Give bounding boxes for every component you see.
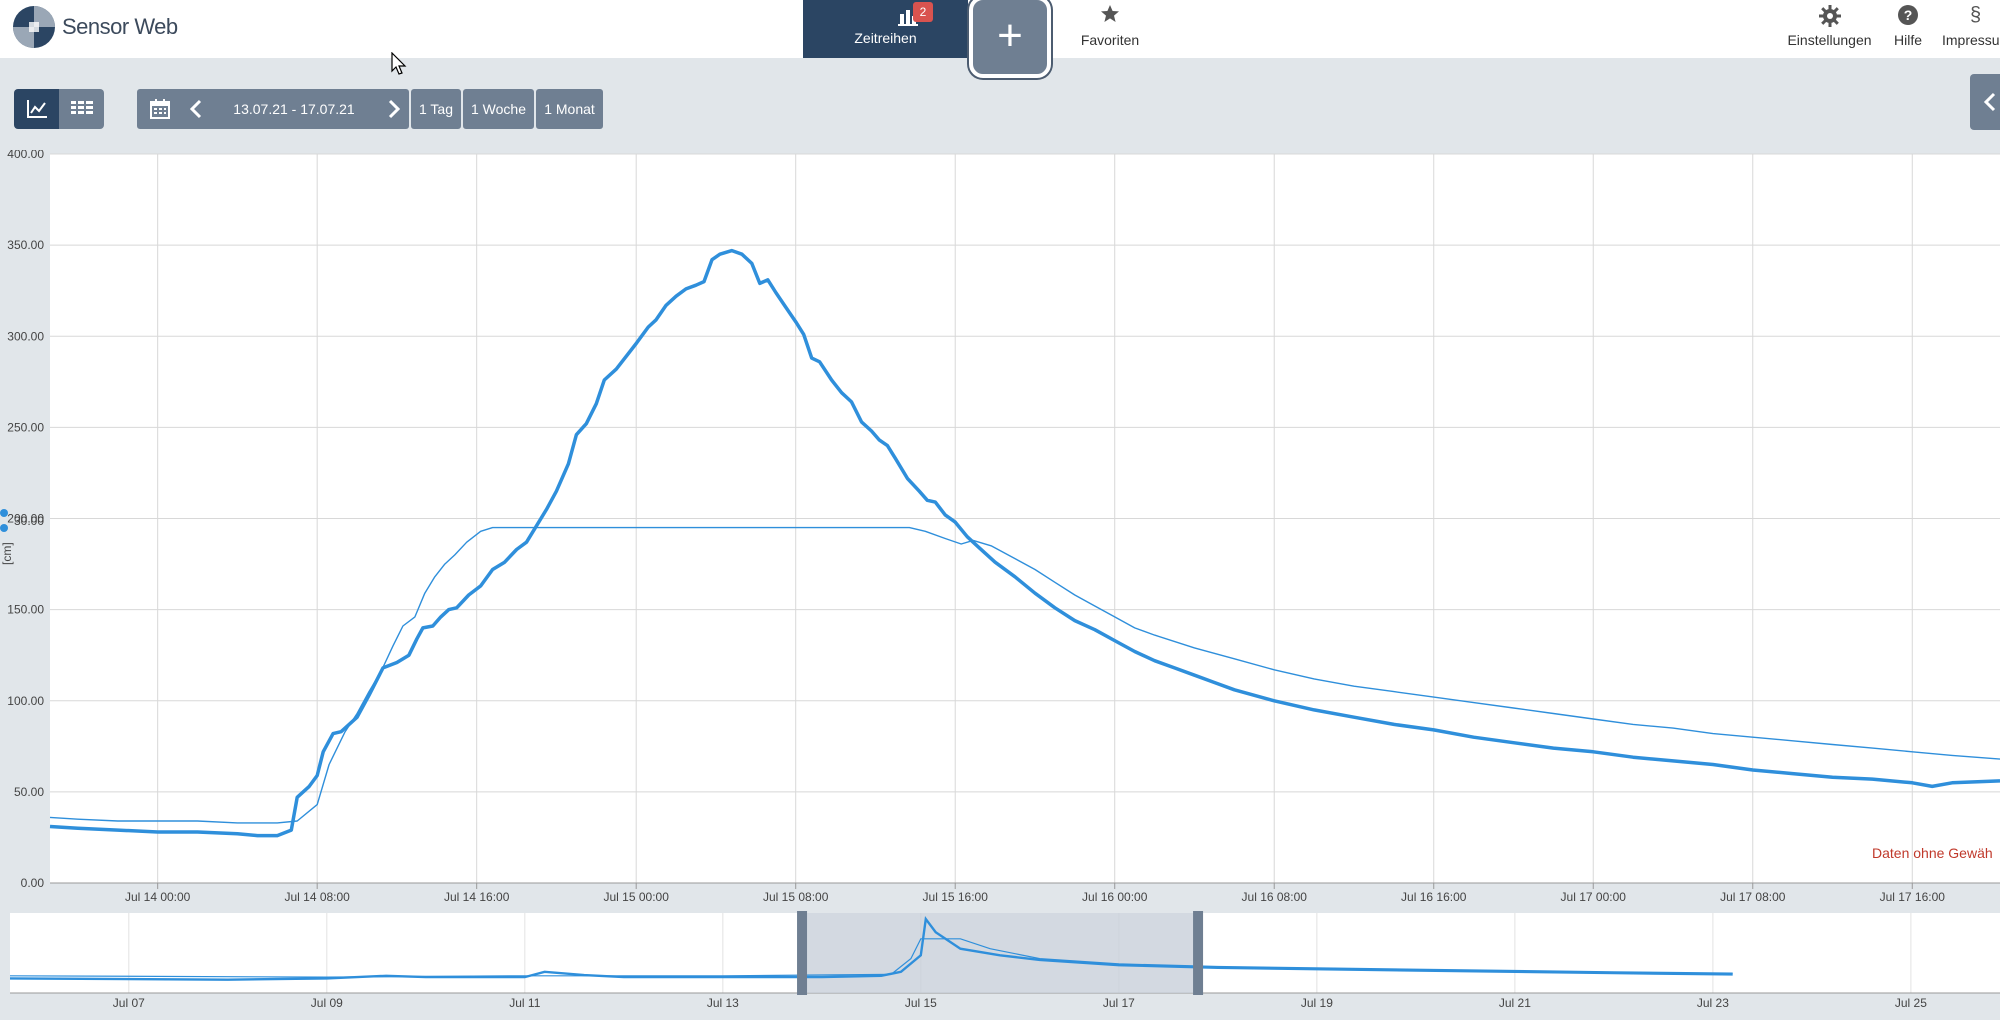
nav-hilfe[interactable]: ? Hilfe [1888, 0, 1928, 58]
overview-tick-label: Jul 17 [1103, 996, 1135, 1008]
chart-svg[interactable]: 0.0050.00100.00150.00200.00250.00300.003… [0, 150, 2000, 1008]
y-tick-label: 300.00 [7, 329, 44, 343]
y-tick-label: 0.00 [21, 876, 45, 890]
x-tick-label: Jul 17 16:00 [1880, 890, 1946, 904]
x-tick-label: Jul 16 08:00 [1242, 890, 1308, 904]
x-tick-label: Jul 16 00:00 [1082, 890, 1148, 904]
y-tick-label: 400.00 [7, 150, 44, 161]
x-tick-label: Jul 15 08:00 [763, 890, 829, 904]
nav-impressum[interactable]: § Impressu [1940, 0, 2000, 58]
y-axis-label: [cm] [0, 542, 14, 565]
x-tick-label: Jul 16 16:00 [1401, 890, 1467, 904]
nav-favoriten-label: Favoriten [1080, 32, 1140, 48]
x-tick-label: Jul 17 08:00 [1720, 890, 1786, 904]
overview-tick-label: Jul 25 [1895, 996, 1927, 1008]
date-range-selector: 13.07.21 - 17.07.21 [137, 89, 409, 129]
series-marker-dot[interactable] [0, 509, 8, 517]
preset-1-woche-button[interactable]: 1 Woche [463, 89, 534, 129]
preset-1-tag-button[interactable]: 1 Tag [411, 89, 461, 129]
time-range-toolbar: 13.07.21 - 17.07.21 1 Tag 1 Woche 1 Mona… [137, 89, 605, 129]
x-tick-label: Jul 17 00:00 [1561, 890, 1627, 904]
app-title: Sensor Web [62, 14, 178, 39]
table-icon [70, 101, 93, 114]
zeitreihen-count-badge: 2 [913, 2, 933, 22]
view-toggle [14, 89, 104, 129]
y-tick-label: 250.00 [7, 420, 44, 434]
overview-handle-right[interactable] [1193, 911, 1204, 995]
previous-period-button[interactable] [183, 89, 209, 129]
nav-zeitreihen[interactable]: 2 Zeitreihen [803, 0, 968, 58]
help-icon: ? [1898, 5, 1918, 25]
nav-impressum-label: Impressu [1942, 32, 2000, 48]
nav-einstellungen[interactable]: Einstellungen [1782, 0, 1877, 58]
table-view-button[interactable] [59, 89, 104, 129]
data-disclaimer-annotation: Daten ohne Gewäh [1872, 845, 1993, 861]
next-period-button[interactable] [379, 89, 409, 129]
chevron-left-icon [1983, 92, 1996, 112]
calendar-icon [150, 99, 170, 119]
calendar-button[interactable] [137, 89, 183, 129]
overview-tick-label: Jul 09 [311, 996, 343, 1008]
add-timeseries-button[interactable]: + [969, 0, 1051, 78]
gear-icon [1819, 5, 1841, 27]
svg-text:?: ? [1904, 7, 1913, 23]
overview-tick-label: Jul 19 [1301, 996, 1333, 1008]
mouse-cursor-icon [391, 52, 407, 75]
date-range-label[interactable]: 13.07.21 - 17.07.21 [209, 101, 379, 117]
nav-einstellungen-label: Einstellungen [1787, 32, 1872, 48]
x-tick-label: Jul 14 16:00 [444, 890, 510, 904]
nav-zeitreihen-label: Zeitreihen [854, 30, 917, 46]
star-icon [1101, 5, 1119, 22]
x-tick-label: Jul 15 16:00 [923, 890, 989, 904]
y-tick-label: 100.00 [7, 694, 44, 708]
section-sign-icon: § [1970, 4, 1982, 26]
collapse-panel-button[interactable] [1970, 74, 2000, 130]
y-tick-label: 50.00 [14, 785, 44, 799]
nav-favoriten[interactable]: Favoriten [1070, 0, 1150, 58]
sensor-web-logo-icon [13, 6, 55, 48]
overview-tick-label: Jul 11 [509, 996, 540, 1008]
overview-handle-left[interactable] [797, 911, 808, 995]
nav-hilfe-label: Hilfe [1893, 32, 1922, 48]
overview-tick-label: Jul 21 [1499, 996, 1531, 1008]
brand[interactable]: Sensor Web [12, 2, 178, 52]
timeseries-chart: 0.00 50.00 100.00 150.00 200.00 250.00 300.00 3… [0, 150, 2000, 1020]
series-marker-dot[interactable] [0, 524, 8, 532]
overview-selection-window[interactable] [802, 913, 1199, 993]
preset-1-monat-button[interactable]: 1 Monat [536, 89, 603, 129]
overview-tick-label: Jul 23 [1697, 996, 1729, 1008]
overview-tick-label: Jul 13 [707, 996, 739, 1008]
overview-tick-label: Jul 07 [113, 996, 145, 1008]
chevron-left-icon [190, 99, 202, 119]
y-tick-label: 350.00 [7, 238, 44, 252]
x-tick-label: Jul 14 00:00 [125, 890, 191, 904]
line-chart-icon [26, 100, 47, 118]
top-navbar: Sensor Web 2 Zeitreihen + Favoriten Eins… [0, 0, 2000, 78]
plus-icon: + [997, 11, 1023, 60]
chevron-right-icon [388, 99, 400, 119]
overview-tick-label: Jul 15 [905, 996, 937, 1008]
y-tick-partial-label: 30.00 [14, 514, 44, 528]
x-tick-label: Jul 14 08:00 [284, 890, 350, 904]
y-tick-label: 150.00 [7, 603, 44, 617]
chart-view-button[interactable] [14, 89, 59, 129]
x-tick-label: Jul 15 00:00 [604, 890, 670, 904]
